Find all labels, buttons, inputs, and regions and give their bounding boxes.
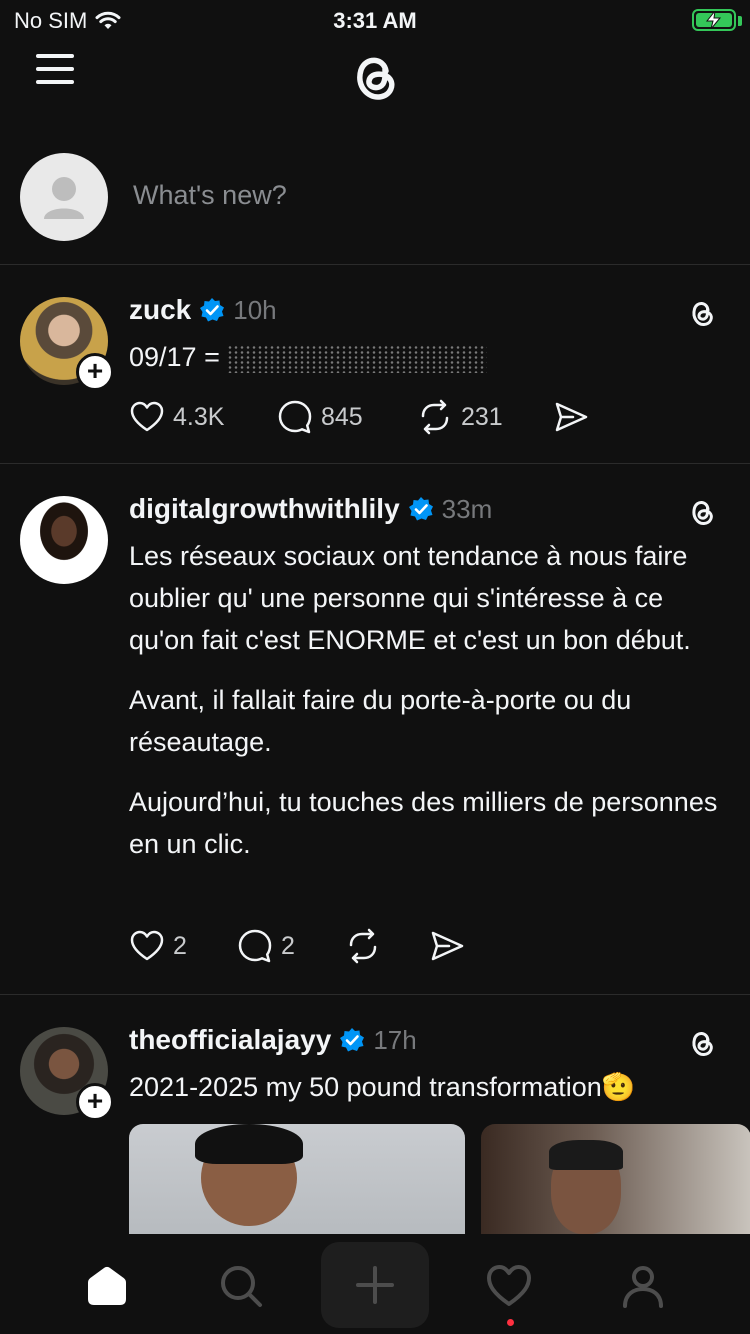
feed-post-zuck[interactable]: + zuck 10h 09/17 = 4.3K 845 231 — [0, 264, 750, 463]
like-button[interactable]: 4.3K — [129, 399, 277, 435]
battery-cap — [738, 16, 742, 26]
post-text-prefix: 09/17 = — [129, 342, 220, 372]
comment-icon — [278, 400, 312, 434]
post-time: 10h — [233, 294, 277, 325]
follow-button[interactable]: + — [76, 1083, 114, 1121]
repost-button[interactable]: 231 — [417, 399, 553, 435]
plus-icon — [356, 1266, 394, 1304]
repost-icon — [421, 399, 449, 435]
send-icon — [431, 931, 464, 961]
heart-icon — [487, 1265, 531, 1306]
feed-post-digitalgrowthwithlily[interactable]: digitalgrowthwithlily 33m Les réseaux so… — [0, 463, 750, 994]
username[interactable]: zuck — [129, 294, 191, 326]
comment-button[interactable]: 2 — [237, 928, 345, 964]
repost-button[interactable] — [345, 928, 429, 964]
like-button[interactable]: 2 — [129, 928, 237, 964]
status-time: 3:31 AM — [333, 8, 417, 33]
comment-count: 845 — [321, 402, 363, 431]
composer[interactable]: What's new? — [0, 150, 750, 264]
like-count: 4.3K — [173, 402, 225, 431]
post-time: 17h — [373, 1024, 417, 1055]
send-icon — [555, 402, 588, 432]
username[interactable]: digitalgrowthwithlily — [129, 493, 400, 525]
bottom-tab-bar — [0, 1234, 750, 1334]
share-button[interactable] — [553, 399, 589, 435]
home-icon — [88, 1266, 126, 1305]
heart-icon — [130, 930, 164, 961]
post-paragraph: Les réseaux sociaux ont tendance à nous … — [129, 541, 691, 655]
default-user-icon — [44, 177, 84, 219]
tab-profile[interactable] — [598, 1244, 688, 1328]
media-image[interactable] — [129, 1124, 465, 1234]
post-text: 09/17 = — [129, 336, 729, 378]
notification-dot — [507, 1319, 514, 1326]
media-carousel[interactable] — [129, 1124, 750, 1234]
verified-badge-icon — [200, 298, 225, 322]
tab-home[interactable] — [62, 1244, 152, 1328]
media-image[interactable] — [481, 1124, 750, 1234]
post-text: Les réseaux sociaux ont tendance à nous … — [129, 535, 729, 883]
feed-post-theofficialajayy[interactable]: + theofficialajayy 17h 2021-2025 my 50 p… — [0, 994, 750, 1234]
tab-activity[interactable] — [464, 1244, 554, 1328]
tab-create[interactable] — [321, 1242, 429, 1328]
obscured-text — [227, 344, 488, 373]
repost-count: 231 — [461, 402, 503, 431]
battery-icon — [692, 9, 736, 31]
post-time: 33m — [441, 493, 493, 524]
my-avatar[interactable] — [20, 153, 108, 241]
threads-icon[interactable] — [684, 493, 720, 529]
threads-icon[interactable] — [684, 294, 720, 330]
comment-icon — [238, 929, 272, 963]
verified-badge-icon — [408, 497, 433, 521]
threads-logo-icon[interactable] — [342, 42, 408, 108]
share-button[interactable] — [429, 928, 465, 964]
post-text: 2021-2025 my 50 pound transformation🫡 — [129, 1072, 636, 1102]
post-paragraph: Avant, il fallait faire du porte-à-porte… — [129, 685, 632, 757]
status-bar: No SIM 3:31 AM — [0, 0, 750, 40]
verified-badge-icon — [340, 1028, 365, 1052]
username[interactable]: theofficialajayy — [129, 1024, 331, 1056]
avatar[interactable] — [20, 496, 108, 584]
post-paragraph: Aujourd’hui, tu touches des milliers de … — [129, 787, 718, 859]
heart-icon — [130, 401, 164, 432]
repost-icon — [349, 928, 377, 964]
follow-button[interactable]: + — [76, 353, 114, 391]
tab-search[interactable] — [196, 1244, 286, 1328]
threads-icon[interactable] — [684, 1024, 720, 1060]
search-icon — [221, 1266, 262, 1307]
comment-count: 2 — [281, 931, 295, 960]
comment-button[interactable]: 845 — [277, 399, 417, 435]
profile-icon — [623, 1266, 663, 1308]
like-count: 2 — [173, 931, 187, 960]
top-header — [0, 40, 750, 110]
compose-input[interactable]: What's new? — [133, 180, 287, 211]
charging-bolt-icon — [705, 11, 722, 29]
menu-button[interactable] — [36, 54, 74, 84]
